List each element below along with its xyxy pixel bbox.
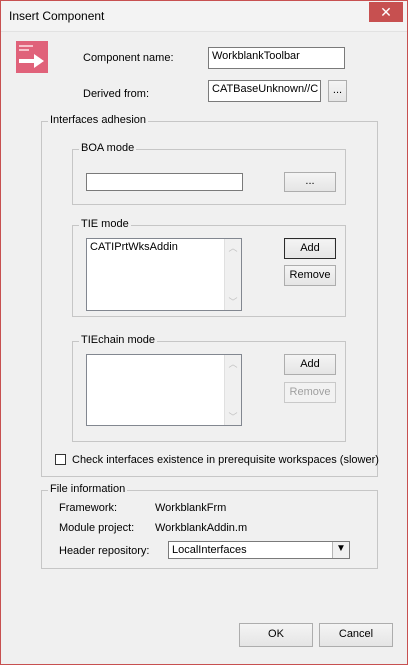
derived-from-browse-button[interactable]: ... [328, 80, 347, 102]
tiechain-mode-remove-button[interactable]: Remove [284, 382, 336, 403]
boa-mode-browse-button[interactable]: ... [284, 172, 336, 192]
scroll-down-icon[interactable]: ﹀ [225, 410, 241, 423]
tie-mode-remove-button[interactable]: Remove [284, 265, 336, 286]
tiechain-mode-list[interactable]: ︿ ﹀ [86, 354, 242, 426]
framework-value: WorkblankFrm [155, 502, 227, 514]
interfaces-adhesion-title: Interfaces adhesion [48, 114, 149, 126]
boa-mode-field[interactable] [86, 173, 243, 191]
tie-mode-add-button[interactable]: Add [284, 238, 336, 259]
framework-label: Framework: [59, 502, 118, 514]
tie-mode-list[interactable]: CATIPrtWksAddin ︿ ﹀ [86, 238, 242, 311]
insert-component-icon [16, 41, 48, 73]
header-repository-label: Header repository: [59, 545, 150, 557]
check-interfaces-checkbox[interactable] [55, 454, 66, 465]
tie-mode-title: TIE mode [79, 218, 131, 230]
scroll-down-icon[interactable]: ﹀ [225, 295, 241, 308]
header-repository-select[interactable]: LocalInterfaces ▼ [168, 541, 350, 559]
tiechain-mode-add-button[interactable]: Add [284, 354, 336, 375]
close-button[interactable]: ✕ [369, 2, 403, 22]
boa-mode-title: BOA mode [79, 142, 137, 154]
component-name-label: Component name: [83, 52, 174, 64]
tie-mode-scrollbar[interactable]: ︿ ﹀ [224, 239, 241, 310]
dialog-title: Insert Component [9, 9, 105, 23]
cancel-button[interactable]: Cancel [319, 623, 393, 647]
title-bar[interactable]: Insert Component [1, 1, 407, 32]
file-information-title: File information [48, 483, 128, 495]
module-project-value: WorkblankAddin.m [155, 522, 248, 534]
header-repository-value: LocalInterfaces [172, 544, 247, 556]
tiechain-mode-scrollbar[interactable]: ︿ ﹀ [224, 355, 241, 425]
scroll-up-icon[interactable]: ︿ [225, 241, 241, 254]
chevron-down-icon[interactable]: ▼ [332, 542, 349, 558]
derived-from-label: Derived from: [83, 88, 150, 100]
check-interfaces-label[interactable]: Check interfaces existence in prerequisi… [72, 454, 379, 466]
ok-button[interactable]: OK [239, 623, 313, 647]
scroll-up-icon[interactable]: ︿ [225, 357, 241, 370]
module-project-label: Module project: [59, 522, 135, 534]
tiechain-mode-title: TIEchain mode [79, 334, 157, 346]
component-name-field[interactable]: WorkblankToolbar [208, 47, 345, 69]
list-item[interactable]: CATIPrtWksAddin [90, 241, 178, 253]
close-icon: ✕ [380, 4, 392, 20]
derived-from-field[interactable]: CATBaseUnknown//C [208, 80, 321, 102]
insert-component-dialog: Insert Component ✕ Component name: Workb… [0, 0, 408, 665]
